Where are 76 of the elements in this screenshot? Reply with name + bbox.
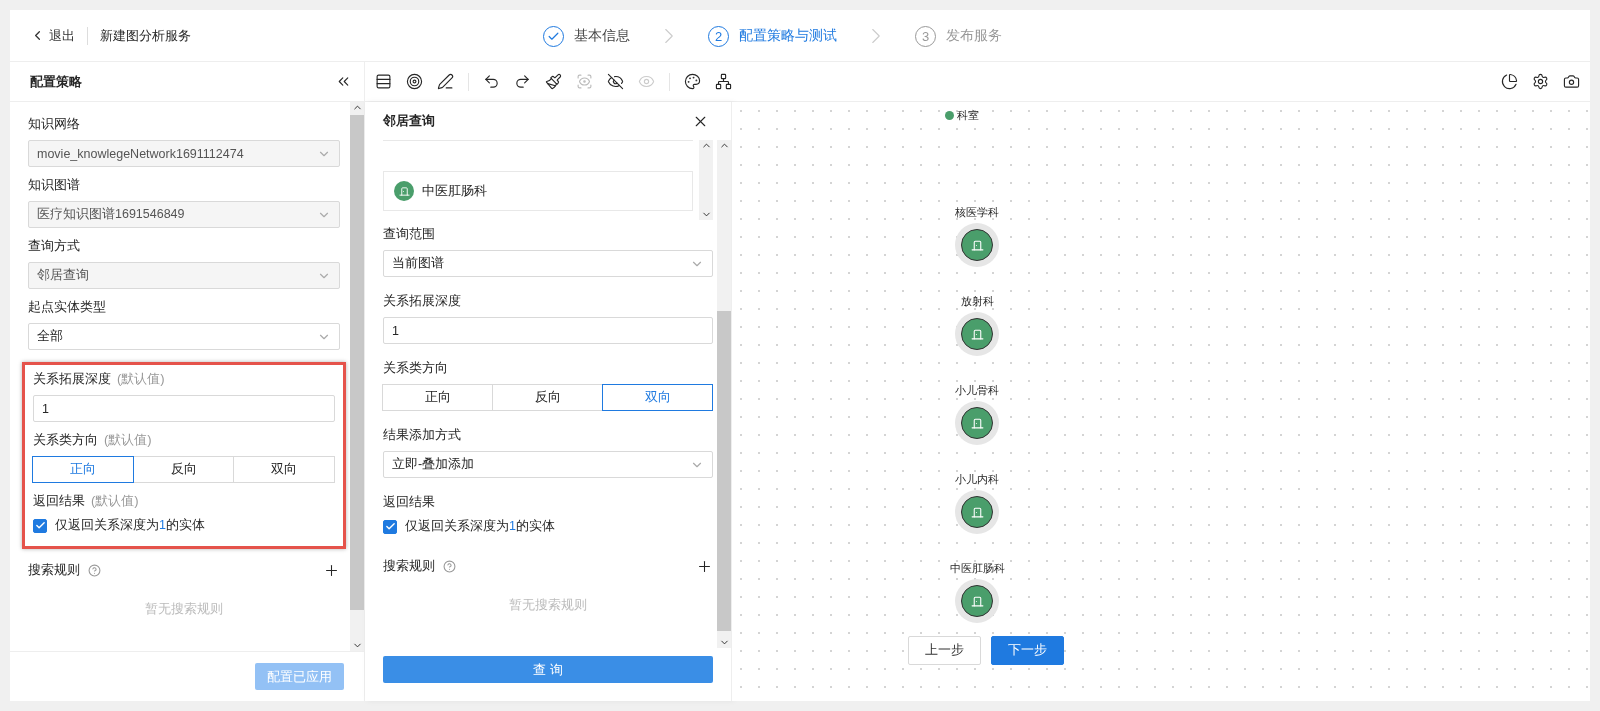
input-field[interactable]: 1 (383, 317, 713, 344)
checkbox[interactable] (33, 518, 47, 533)
direction-option[interactable]: 双向 (233, 456, 335, 483)
graph-node[interactable] (961, 229, 993, 261)
direction-option[interactable]: 反向 (132, 456, 235, 483)
checkbox[interactable] (383, 519, 397, 534)
legend-label: 科室 (957, 108, 979, 123)
settings-icon[interactable] (1532, 73, 1549, 90)
door-icon (970, 594, 984, 608)
target-icon[interactable] (406, 73, 423, 90)
graph-node[interactable] (961, 407, 993, 439)
door-icon (970, 327, 984, 341)
field-label: 知识图谱 (28, 176, 81, 194)
select-field[interactable]: 立即-叠加添加 (383, 451, 713, 478)
graph-node[interactable] (961, 585, 993, 617)
undo-icon[interactable] (483, 73, 500, 90)
field-label: 返回结果 (默认值) (33, 492, 140, 510)
scrollbar[interactable] (717, 140, 731, 648)
direction-option[interactable]: 正向 (382, 384, 493, 411)
entity-item[interactable]: 中医肛肠科 (383, 171, 693, 211)
door-icon (970, 416, 984, 430)
field-label: 关系拓展深度 (默认值) (33, 370, 166, 388)
empty-text: 暂无搜索规则 (509, 597, 587, 614)
field-label: 搜索规则 (383, 557, 435, 575)
field-label: 结果添加方式 (383, 426, 462, 444)
step-button[interactable]: 下一步 (991, 636, 1064, 665)
hierarchy-icon[interactable] (715, 73, 732, 90)
field-label: 返回结果 (383, 493, 436, 511)
back-link[interactable]: 退出 (30, 26, 88, 45)
step-label: 配置策略与测试 (739, 27, 837, 45)
field-label: 关系类方向 (默认值) (33, 431, 153, 449)
pen-icon[interactable] (437, 73, 454, 90)
check-icon (34, 520, 46, 531)
panel-title: 邻居查询 (383, 112, 435, 130)
list-icon[interactable] (375, 73, 392, 90)
node-label: 中医肛肠科 (949, 562, 1005, 576)
door-icon (970, 238, 984, 252)
check-icon (384, 521, 396, 532)
direction-option[interactable]: 双向 (602, 384, 713, 411)
palette-icon[interactable] (684, 73, 701, 90)
scrollbar[interactable] (350, 102, 364, 651)
node-label: 小儿骨科 (955, 384, 999, 398)
field-label: 关系类方向 (383, 359, 449, 377)
field-label: 知识网络 (28, 115, 81, 133)
field-label: 起点实体类型 (28, 298, 107, 316)
field-label: 搜索规则 (28, 561, 80, 579)
brush-icon[interactable] (545, 73, 562, 90)
step-label: 基本信息 (574, 27, 630, 45)
input-field[interactable]: 1 (33, 395, 335, 422)
select-field[interactable]: 当前图谱 (383, 250, 713, 277)
eye-off-icon[interactable] (607, 73, 624, 90)
step-label: 发布服务 (946, 27, 1002, 45)
help-icon[interactable] (443, 559, 456, 573)
redo-icon[interactable] (514, 73, 531, 90)
node-label: 小儿内科 (955, 473, 999, 487)
field-label: 查询范围 (383, 225, 436, 243)
step-button[interactable]: 上一步 (908, 636, 981, 665)
field-label: 关系拓展深度 (383, 292, 462, 310)
scrollbar[interactable] (699, 140, 713, 220)
graph-node[interactable] (961, 318, 993, 350)
door-icon (970, 505, 984, 519)
select-field[interactable]: 全部 (28, 323, 340, 350)
direction-option[interactable]: 反向 (492, 384, 603, 411)
page-title: 新建图分析服务 (100, 26, 191, 45)
node-label: 核医学科 (955, 206, 999, 220)
checkbox-label: 仅返回关系深度为1的实体 (55, 517, 205, 534)
checkbox-label: 仅返回关系深度为1的实体 (405, 518, 555, 535)
empty-text: 暂无搜索规则 (145, 601, 223, 618)
chart-icon[interactable] (1501, 73, 1518, 90)
direction-option[interactable]: 正向 (32, 456, 134, 483)
node-label: 放射科 (960, 295, 994, 309)
field-label: 查询方式 (28, 237, 81, 255)
graph-node[interactable] (961, 496, 993, 528)
panel-title: 配置策略 (30, 72, 82, 91)
camera-icon[interactable] (1563, 73, 1580, 90)
help-icon[interactable] (88, 563, 101, 577)
